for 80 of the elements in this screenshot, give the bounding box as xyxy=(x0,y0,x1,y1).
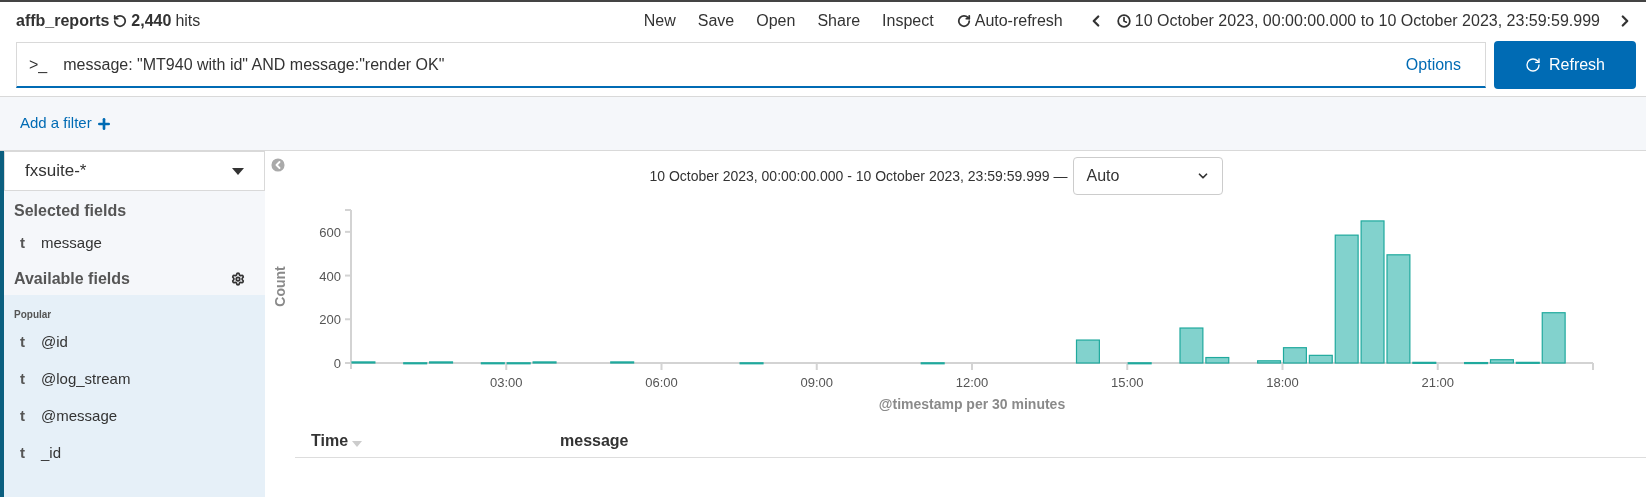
field-name[interactable]: @id xyxy=(41,331,68,354)
field-type-label: t xyxy=(20,443,25,464)
x-tick-label: 12:00 xyxy=(955,375,989,390)
field-name[interactable]: @message xyxy=(41,405,118,428)
y-tick-label: 400 xyxy=(319,268,341,284)
y-axis-title: Count xyxy=(272,266,288,307)
auto-refresh-button[interactable]: Auto-refresh xyxy=(944,9,1075,33)
histogram-bar[interactable] xyxy=(610,361,635,364)
histogram-bar[interactable] xyxy=(506,362,531,365)
caret-icon xyxy=(232,167,244,175)
collapse-icon[interactable] xyxy=(269,156,287,174)
histogram-range: 10 October 2023, 00:00:00.000 - 10 October 2023, 23:59:59.999 — xyxy=(649,166,1068,186)
refresh-button[interactable]: Refresh xyxy=(1494,41,1636,89)
histogram-bar[interactable] xyxy=(1179,327,1204,364)
histogram-bar[interactable] xyxy=(403,362,428,365)
x-tick-label: 03:00 xyxy=(490,375,523,390)
x-tick-label: 15:00 xyxy=(1111,375,1144,390)
add-filter-link[interactable]: Add a filter xyxy=(20,112,112,135)
y-tick-label: 200 xyxy=(319,312,341,328)
popular-label: Popular xyxy=(13,308,53,322)
time-range-link[interactable]: 10 October 2023, 00:00:00.000 to 10 October 2023, 23:59:59.999 xyxy=(1134,9,1600,33)
menu-item[interactable]: Share xyxy=(806,9,872,33)
histogram-bar[interactable] xyxy=(1257,360,1282,364)
histogram-bar[interactable] xyxy=(1282,347,1307,364)
field-type-label: t xyxy=(20,406,25,427)
query-prompt: >_ xyxy=(29,54,48,75)
field-name[interactable]: message xyxy=(41,232,102,255)
field-type-label: t xyxy=(20,332,25,353)
menu-item[interactable]: Open xyxy=(745,9,807,33)
field-name[interactable]: @log_stream xyxy=(41,368,131,391)
x-tick-label: 06:00 xyxy=(645,375,678,390)
refresh-icon xyxy=(956,14,971,28)
x-tick-label: 18:00 xyxy=(1266,375,1299,390)
histogram-bar[interactable] xyxy=(1412,361,1437,364)
field-type-label: t xyxy=(20,369,25,390)
histogram-bar[interactable] xyxy=(1515,361,1540,364)
histogram-bar[interactable] xyxy=(1127,362,1152,365)
histogram-bar[interactable] xyxy=(532,361,557,364)
hits-count: 2,440 xyxy=(131,11,172,31)
section-heading: Available fields xyxy=(14,268,130,289)
histogram-bar[interactable] xyxy=(351,361,376,364)
settings-icon[interactable] xyxy=(231,271,245,286)
sort-caret-icon[interactable] xyxy=(352,440,363,447)
report-title: affb_reports xyxy=(16,11,110,31)
x-tick-label: 09:00 xyxy=(800,375,833,390)
y-tick-label: 600 xyxy=(319,224,341,240)
undo-icon[interactable] xyxy=(113,14,128,28)
x-tick-label: 21:00 xyxy=(1421,375,1454,390)
menu-item[interactable]: New xyxy=(632,9,687,33)
x-axis-title: @timestamp per 30 minutes xyxy=(878,396,1066,412)
menu-item[interactable]: Inspect xyxy=(871,9,945,33)
histogram-bar[interactable] xyxy=(1360,220,1385,364)
histogram-bar[interactable] xyxy=(429,361,454,364)
section-heading: Selected fields xyxy=(13,201,128,221)
histogram-bar[interactable] xyxy=(1308,354,1333,364)
hits-label: hits xyxy=(175,11,201,31)
interval-select[interactable]: Auto xyxy=(1073,157,1224,195)
refresh-icon xyxy=(1525,57,1541,73)
plus-icon xyxy=(95,115,112,132)
histogram-bar[interactable] xyxy=(480,362,505,365)
column-header[interactable]: Time xyxy=(311,428,349,453)
histogram-bar[interactable] xyxy=(1489,359,1514,364)
clock-icon xyxy=(1116,14,1131,28)
histogram-bar[interactable] xyxy=(1075,339,1100,364)
query-text: message: "MT940 with id" AND message:"render OK" xyxy=(63,54,446,75)
query-field[interactable]: >_ message: "MT940 with id" AND message:"render OK" Options xyxy=(16,42,1486,88)
index-pattern-dropdown[interactable]: fxsuite-* xyxy=(4,151,265,191)
field-type-label: t xyxy=(20,233,25,254)
histogram-bar[interactable] xyxy=(1205,356,1230,364)
options-link[interactable]: Options xyxy=(1405,52,1461,77)
menu-item[interactable]: Save xyxy=(686,9,746,33)
field-name[interactable]: _id xyxy=(41,442,62,465)
column-header[interactable]: message xyxy=(560,428,629,453)
histogram-bar[interactable] xyxy=(1334,234,1359,364)
histogram-bar[interactable] xyxy=(739,362,764,365)
y-tick-label: 0 xyxy=(333,356,341,371)
histogram-bar[interactable] xyxy=(1464,361,1489,365)
histogram-bar[interactable] xyxy=(1541,312,1566,364)
histogram-bar[interactable] xyxy=(1386,254,1411,364)
histogram-bar[interactable] xyxy=(920,362,945,365)
